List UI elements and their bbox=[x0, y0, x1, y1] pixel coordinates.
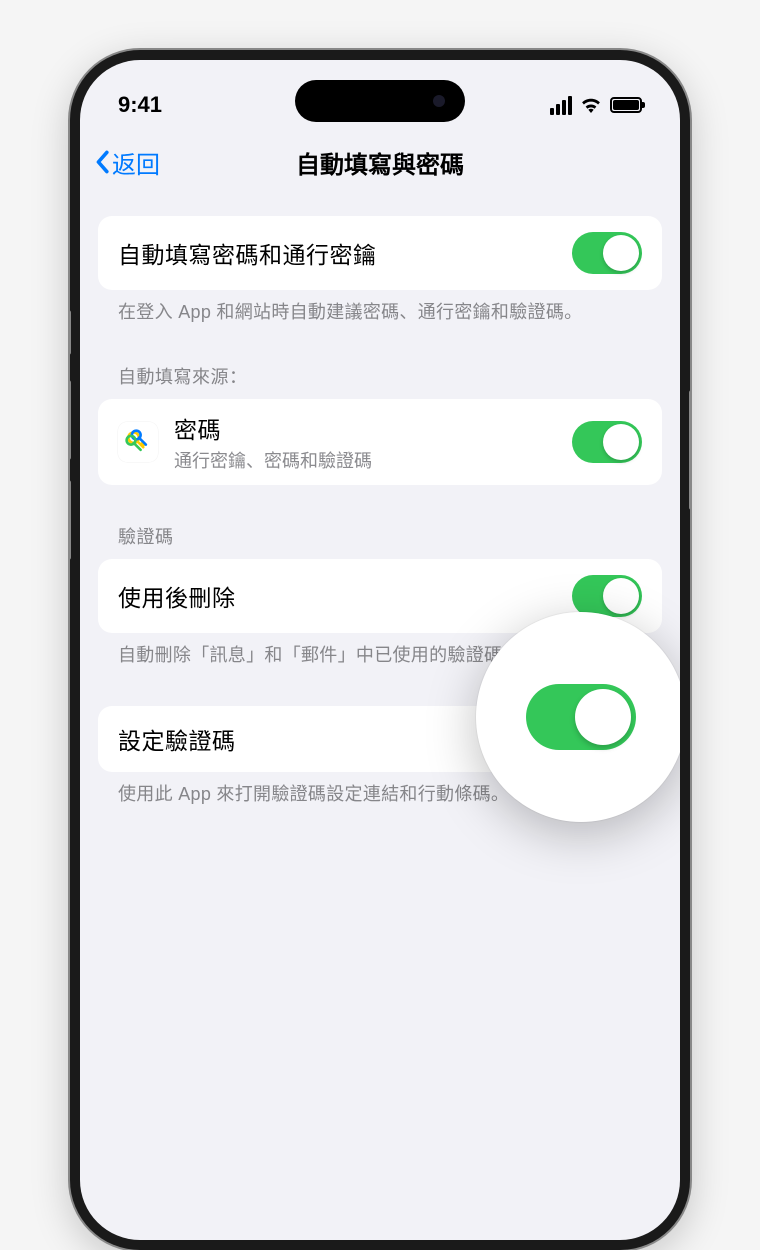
magnified-callout bbox=[476, 612, 680, 822]
delete-after-use-label: 使用後刪除 bbox=[118, 579, 236, 613]
cellular-icon bbox=[550, 96, 572, 115]
passwords-app-subtitle: 通行密鑰、密碼和驗證碼 bbox=[174, 447, 372, 473]
autofill-passwords-footer: 在登入 App 和網站時自動建議密碼、通行密鑰和驗證碼。 bbox=[98, 290, 662, 325]
page-title: 自動填寫與密碼 bbox=[296, 145, 464, 180]
back-label: 返回 bbox=[112, 145, 160, 180]
magnified-toggle bbox=[526, 684, 636, 750]
battery-icon bbox=[610, 97, 642, 113]
wifi-icon bbox=[580, 97, 602, 113]
passwords-app-row[interactable]: 密碼 通行密鑰、密碼和驗證碼 bbox=[98, 399, 662, 485]
passwords-app-name: 密碼 bbox=[174, 411, 372, 445]
autofill-passwords-toggle[interactable] bbox=[572, 232, 642, 274]
mute-switch bbox=[70, 310, 71, 355]
navigation-bar: 返回 自動填寫與密碼 bbox=[80, 132, 680, 192]
chevron-left-icon bbox=[94, 150, 110, 174]
back-button[interactable]: 返回 bbox=[94, 145, 160, 180]
screen: 9:41 返回 自動填寫與密碼 自動填寫密碼和通行密鑰 bbox=[80, 60, 680, 1240]
autofill-sources-section: 自動填寫來源： bbox=[98, 363, 662, 485]
volume-up bbox=[70, 380, 71, 460]
autofill-sources-header: 自動填寫來源： bbox=[98, 363, 662, 399]
volume-down bbox=[70, 480, 71, 560]
autofill-passwords-section: 自動填寫密碼和通行密鑰 在登入 App 和網站時自動建議密碼、通行密鑰和驗證碼。 bbox=[98, 216, 662, 325]
phone-frame: 9:41 返回 自動填寫與密碼 自動填寫密碼和通行密鑰 bbox=[70, 50, 690, 1250]
side-button bbox=[689, 390, 690, 510]
autofill-passwords-label: 自動填寫密碼和通行密鑰 bbox=[118, 236, 377, 270]
status-time: 9:41 bbox=[118, 92, 162, 118]
setup-verification-label: 設定驗證碼 bbox=[118, 722, 236, 756]
passwords-app-toggle[interactable] bbox=[572, 421, 642, 463]
verification-codes-header: 驗證碼 bbox=[98, 523, 662, 559]
delete-after-use-toggle[interactable] bbox=[572, 575, 642, 617]
dynamic-island bbox=[295, 80, 465, 122]
passwords-app-icon bbox=[118, 422, 158, 462]
autofill-passwords-row[interactable]: 自動填寫密碼和通行密鑰 bbox=[98, 216, 662, 290]
